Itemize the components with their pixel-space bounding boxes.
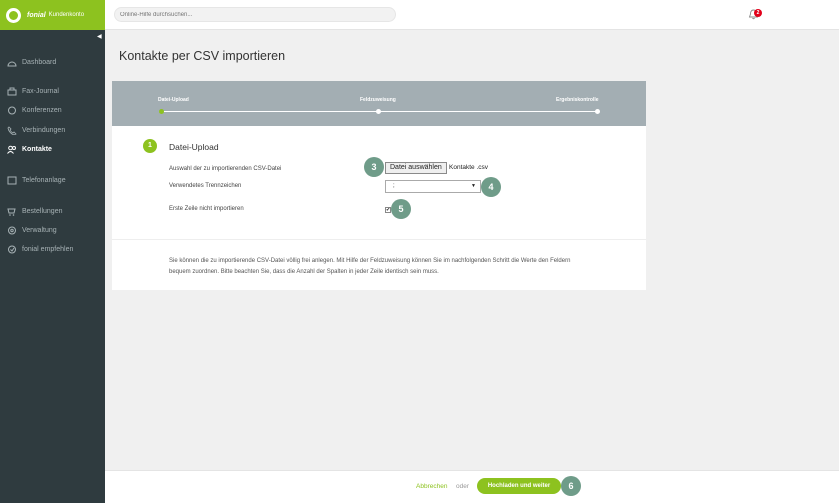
recommend-icon — [7, 245, 17, 254]
sidebar-item-konferenzen[interactable]: Konferenzen — [7, 104, 62, 116]
import-card: Datei-Upload Feldzuweisung Ergebniskontr… — [112, 81, 646, 290]
file-select-label: Auswahl der zu importierenden CSV-Datei — [169, 166, 282, 172]
sidebar-item-fax-journal[interactable]: Fax-Journal — [7, 85, 59, 97]
settings-icon — [7, 226, 17, 235]
cancel-link[interactable]: Abbrechen — [416, 483, 447, 490]
brand-logo-area[interactable]: fonial Kundenkonto — [0, 0, 105, 30]
selected-file-name: Kontakte .csv — [449, 164, 489, 171]
sidebar-item-bestellungen[interactable]: Bestellungen — [7, 205, 62, 217]
sidebar-item-kontakte[interactable]: Kontakte — [7, 143, 52, 155]
cart-icon — [7, 207, 17, 216]
separator-label: Verwendetes Trennzeichen — [169, 183, 242, 189]
sidebar-item-label: Kontakte — [22, 145, 52, 153]
pbx-icon — [7, 176, 17, 185]
sidebar-item-label: Verbindungen — [22, 126, 66, 134]
fax-icon — [7, 87, 17, 96]
dashboard-icon — [7, 58, 17, 67]
callout-marker: 3 — [364, 157, 384, 177]
brand-name: fonial — [27, 11, 46, 19]
sidebar-item-verwaltung[interactable]: Verwaltung — [7, 224, 57, 236]
sidebar-item-label: Konferenzen — [22, 106, 62, 114]
callout-marker: 4 — [481, 177, 501, 197]
separator-select[interactable]: ; ▼ — [385, 180, 481, 193]
sidebar-item-verbindungen[interactable]: Verbindungen — [7, 124, 65, 136]
upload-and-continue-button[interactable]: Hochladen und weiter — [477, 478, 561, 494]
footer-bar: Abbrechen oder Hochladen und weiter 6 — [105, 470, 839, 503]
notification-badge: 2 — [754, 9, 762, 17]
callout-marker: 6 — [561, 476, 581, 496]
top-bar: 2 — [105, 0, 839, 30]
sidebar-item-label: Bestellungen — [22, 207, 63, 215]
step-dot — [595, 109, 600, 114]
or-text: oder — [456, 483, 470, 490]
sidebar-item-label: fonial empfehlen — [22, 245, 74, 253]
section-title: Datei-Upload — [169, 142, 219, 152]
sidebar-item-label: Dashboard — [22, 58, 57, 66]
contacts-icon — [7, 145, 17, 154]
divider — [112, 239, 646, 240]
separator-value: ; — [393, 183, 395, 189]
conference-icon — [7, 106, 17, 115]
sidebar-item-label: Telefonanlage — [22, 176, 66, 184]
dropdown-arrow-icon: ▼ — [471, 183, 476, 189]
search-input[interactable] — [114, 7, 396, 22]
fonial-logo-icon — [6, 7, 21, 23]
sidebar-item-fonial-empfehlen[interactable]: fonial empfehlen — [7, 243, 73, 255]
sidebar-item-label: Verwaltung — [22, 226, 57, 234]
sidebar-item-telefonanlage[interactable]: Telefonanlage — [7, 174, 66, 186]
collapse-sidebar-icon[interactable]: ◀ — [97, 33, 102, 40]
progress-steps: Datei-Upload Feldzuweisung Ergebniskontr… — [112, 81, 646, 126]
sidebar: fonial Kundenkonto ◀ Dashboard Fax-Journ… — [0, 0, 105, 503]
phone-icon — [7, 125, 17, 135]
step-dot-active — [159, 109, 164, 114]
step-feldzuweisung: Feldzuweisung — [360, 97, 396, 103]
step-dot — [376, 109, 381, 114]
brand-subtitle: Kundenkonto — [48, 12, 85, 18]
choose-file-button[interactable]: Datei auswählen — [385, 162, 447, 174]
sidebar-item-label: Fax-Journal — [22, 87, 59, 95]
skip-first-row-label: Erste Zeile nicht importieren — [169, 206, 244, 212]
page-title: Kontakte per CSV importieren — [119, 49, 286, 63]
callout-marker: 5 — [391, 199, 411, 219]
step-number-badge: 1 — [143, 139, 157, 153]
step-ergebniskontrolle: Ergebniskontrolle — [556, 97, 599, 103]
info-text: Sie können die zu importierende CSV-Date… — [169, 258, 571, 275]
step-datei-upload: Datei-Upload — [158, 97, 189, 103]
sidebar-item-dashboard[interactable]: Dashboard — [7, 56, 56, 68]
